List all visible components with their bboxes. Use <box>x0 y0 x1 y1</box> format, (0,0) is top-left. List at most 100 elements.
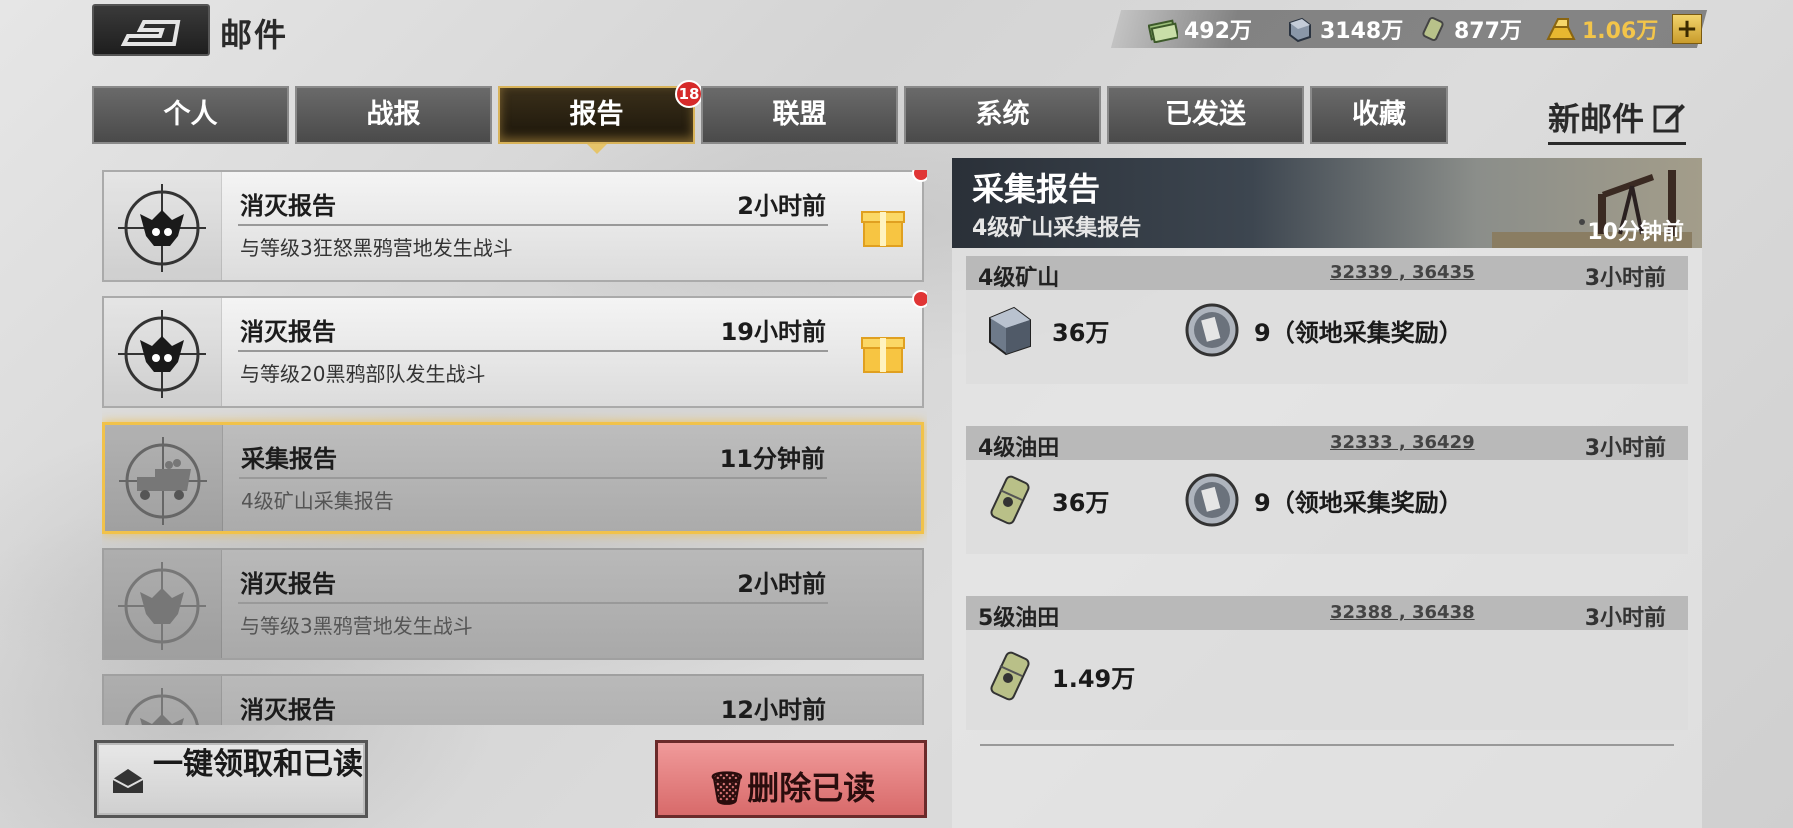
mail-separator <box>238 224 828 226</box>
tab-system[interactable]: 系统 <box>904 86 1101 144</box>
resource-cash: 492万 <box>1148 12 1252 46</box>
mail-list[interactable]: 消灭报告 2小时前 与等级3狂怒黑鸦营地发生战斗 消灭报告 19小时前 与等级2… <box>102 170 927 725</box>
tab-alliance[interactable]: 联盟 <box>701 86 898 144</box>
tab-label: 个人 <box>163 99 218 130</box>
resource-oil: 877万 <box>1418 12 1522 46</box>
unread-dot <box>912 290 927 308</box>
steel-value: 3148万 <box>1320 19 1404 44</box>
new-mail-label: 新邮件 <box>1548 100 1645 138</box>
entry-time: 3小时前 <box>1584 436 1666 461</box>
entry-name: 4级矿山 <box>978 266 1060 291</box>
tab-label: 报告 <box>569 99 624 130</box>
mail-time: 19小时前 <box>720 318 826 346</box>
resource-steel: 3148万 <box>1284 12 1403 46</box>
bonus-item: 9（领地采集奖励） <box>1184 302 1463 358</box>
mail-icon-box <box>105 425 223 531</box>
entry-coords-link[interactable]: 32339 , 36435 <box>1330 262 1475 283</box>
detail-divider <box>980 744 1674 746</box>
mail-time: 2小时前 <box>737 570 826 598</box>
skull-crow-icon <box>118 562 206 650</box>
tab-battle-report[interactable]: 战报 <box>295 86 492 144</box>
edit-icon <box>1653 104 1686 133</box>
steel-icon <box>989 306 1031 356</box>
mail-subtitle: 与等级3黑鸦营地发生战斗 <box>240 614 473 638</box>
mail-item[interactable]: 消灭报告 2小时前 与等级3狂怒黑鸦营地发生战斗 <box>102 170 927 282</box>
territory-bonus-badge-icon <box>1185 473 1239 527</box>
mail-title: 消灭报告 <box>240 696 336 724</box>
bonus-amount: 9（领地采集奖励） <box>1254 318 1463 347</box>
entry-coords-link[interactable]: 32333 , 36429 <box>1330 432 1475 453</box>
new-mail-button[interactable]: 新邮件 <box>1548 94 1687 145</box>
mail-icon-box <box>104 676 222 725</box>
mail-item[interactable]: 消灭报告 12小时前 <box>102 674 924 725</box>
mail-separator <box>238 602 828 604</box>
tab-reports[interactable]: 报告 18 <box>498 80 703 154</box>
entry-header <box>966 426 1688 460</box>
gather-entry: 5级油田 32388 , 36438 3小时前 1.49万 <box>966 596 1688 730</box>
mail-subtitle: 与等级20黑鸦部队发生战斗 <box>240 362 486 386</box>
unread-dot <box>912 170 927 182</box>
entry-name: 4级油田 <box>978 436 1060 461</box>
unread-badge: 18 <box>675 80 703 108</box>
skull-crow-icon <box>118 184 206 272</box>
mail-icon-box <box>104 172 222 280</box>
delete-read-button[interactable]: 🗑删除已读 <box>655 740 927 818</box>
bonus-amount: 9（领地采集奖励） <box>1254 488 1463 517</box>
tab-label: 已发送 <box>1165 99 1246 130</box>
mail-title: 消灭报告 <box>240 318 336 346</box>
dump-truck-icon <box>119 437 207 525</box>
detail-time: 10分钟前 <box>1587 220 1684 245</box>
tab-label: 系统 <box>975 99 1030 130</box>
mail-time: 2小时前 <box>737 192 826 220</box>
resource-amount: 36万 <box>1052 488 1110 517</box>
steel-icon <box>1289 17 1311 43</box>
mail-title: 消灭报告 <box>240 192 336 220</box>
page-title: 邮件 <box>220 16 289 54</box>
tab-favorites[interactable]: 收藏 <box>1310 86 1448 144</box>
delete-label: 🗑删除已读 <box>658 763 924 809</box>
resource-item: 36万 <box>982 302 1109 358</box>
oil-value: 877万 <box>1454 19 1522 44</box>
detail-subtitle: 4级矿山采集报告 <box>972 216 1142 241</box>
envelope-icon <box>112 769 144 793</box>
mail-subtitle: 与等级3狂怒黑鸦营地发生战斗 <box>240 236 513 260</box>
mail-time: 12小时前 <box>720 696 826 724</box>
entry-coords-link[interactable]: 32388 , 36438 <box>1330 602 1475 623</box>
mail-item-selected[interactable]: 采集报告 11分钟前 4级矿山采集报告 <box>102 422 924 534</box>
territory-bonus-badge-icon <box>1185 303 1239 357</box>
report-banner: 采集报告 4级矿山采集报告 10分钟前 <box>952 158 1702 248</box>
gift-icon[interactable] <box>858 200 908 250</box>
back-arrow-icon <box>120 20 181 46</box>
gather-entry: 4级油田 32333 , 36429 3小时前 36万 9（领地采集奖励） <box>966 426 1688 554</box>
mail-title: 采集报告 <box>241 445 337 473</box>
back-button[interactable] <box>92 4 210 56</box>
resource-amount: 1.49万 <box>1052 664 1136 693</box>
resource-item: 36万 <box>982 472 1109 528</box>
bonus-item: 9（领地采集奖励） <box>1184 472 1463 528</box>
mail-tabs: 个人 战报 报告 18 联盟 系统 已发送 收藏 <box>92 80 1448 154</box>
entry-header <box>966 596 1688 630</box>
trash-icon: 🗑 <box>706 769 748 807</box>
cash-icon <box>1148 19 1178 43</box>
tab-label: 联盟 <box>772 99 827 130</box>
resource-item: 1.49万 <box>982 648 1135 704</box>
gift-icon[interactable] <box>858 326 908 376</box>
mail-icon-box <box>104 550 222 658</box>
tab-personal[interactable]: 个人 <box>92 86 289 144</box>
oil-barrel-icon <box>990 475 1030 525</box>
mail-item[interactable]: 消灭报告 19小时前 与等级20黑鸦部队发生战斗 <box>102 290 927 408</box>
buy-gold-plus-button[interactable]: + <box>1672 14 1702 44</box>
report-detail-panel: 采集报告 4级矿山采集报告 10分钟前 4级矿山 32339 , 36435 3… <box>952 158 1702 828</box>
delete-text: 删除已读 <box>747 769 876 807</box>
mail-separator <box>239 477 827 479</box>
tab-sent[interactable]: 已发送 <box>1107 86 1304 144</box>
tab-label: 战报 <box>366 99 421 130</box>
mail-item[interactable]: 消灭报告 2小时前 与等级3黑鸦营地发生战斗 <box>102 548 924 660</box>
cash-value: 492万 <box>1184 19 1252 44</box>
gold-bars-icon <box>1546 18 1576 40</box>
resource-gold: 1.06万 <box>1546 12 1658 46</box>
mail-subtitle: 4级矿山采集报告 <box>241 489 394 513</box>
skull-crow-icon <box>125 688 199 725</box>
skull-crow-icon <box>118 310 206 398</box>
collect-all-and-read-button[interactable]: 一键领取和已读 <box>94 740 368 818</box>
